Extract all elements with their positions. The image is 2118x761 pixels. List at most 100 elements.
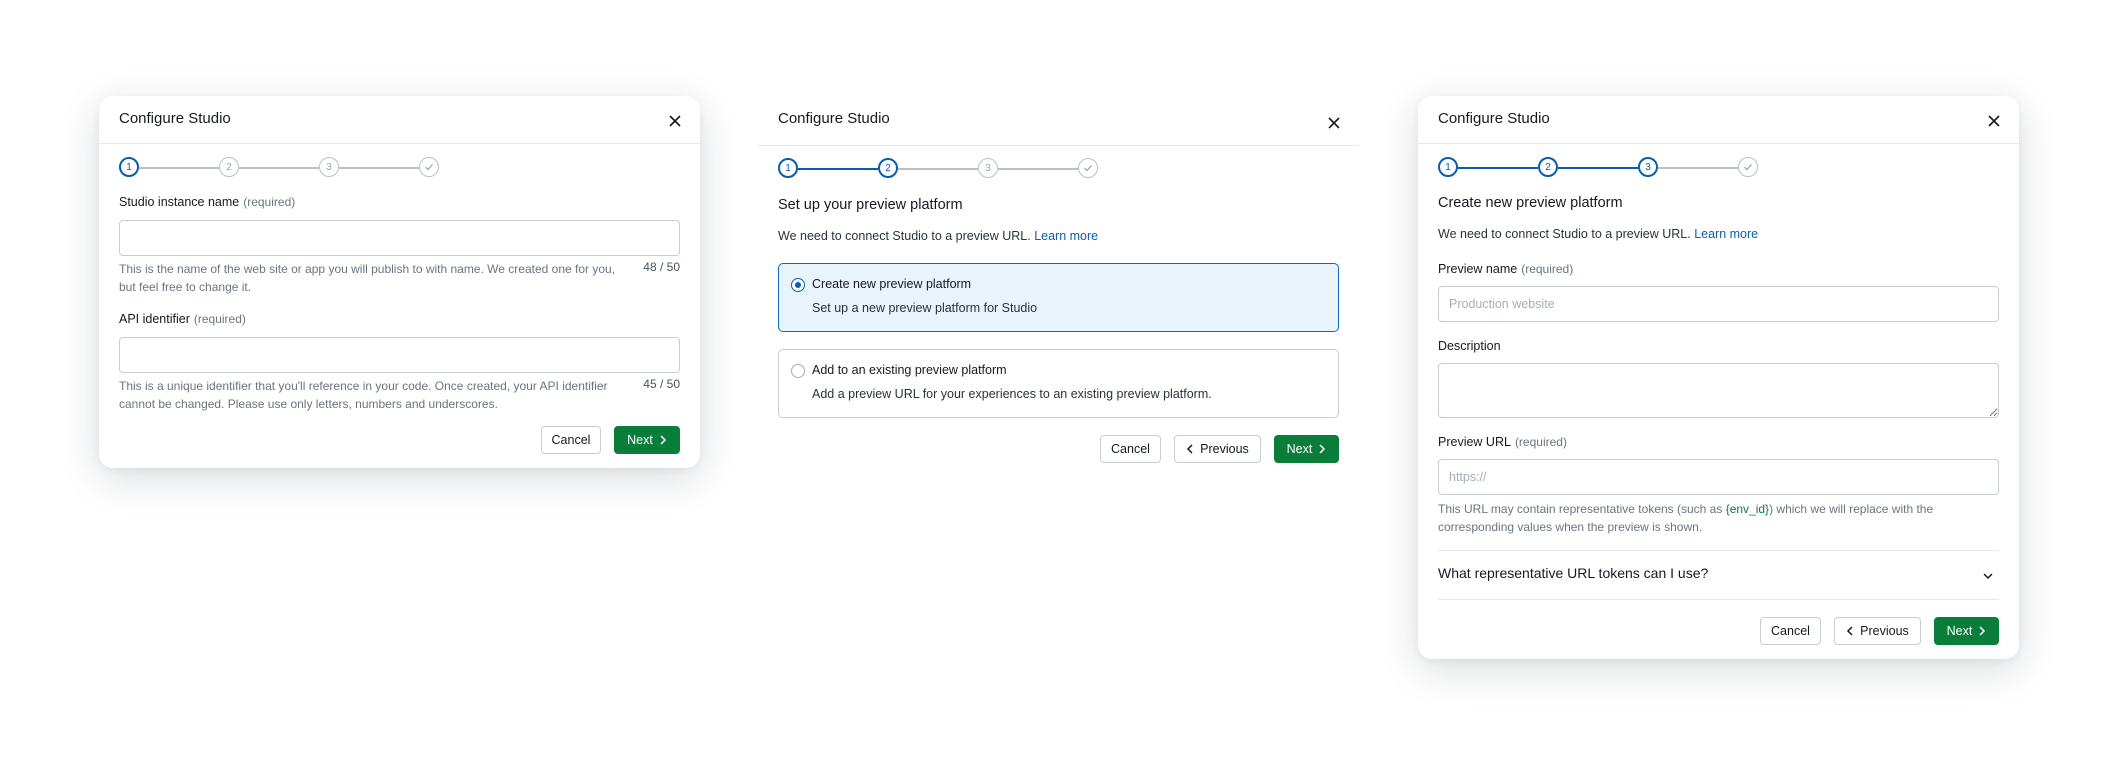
- next-button[interactable]: Next: [1274, 435, 1339, 463]
- divider: [1438, 599, 1999, 600]
- description-label: Description: [1438, 339, 1501, 353]
- url-token: {env_id}: [1725, 502, 1770, 516]
- close-icon: [669, 115, 681, 127]
- chevron-right-icon: [660, 435, 666, 445]
- previous-button[interactable]: Previous: [1834, 617, 1921, 645]
- step-1: 1: [1438, 157, 1458, 177]
- stepper: 1 2 3: [119, 157, 439, 179]
- step-2: 2: [219, 157, 239, 177]
- cancel-label: Cancel: [1111, 442, 1150, 456]
- intro-text: We need to connect Studio to a preview U…: [778, 229, 1098, 243]
- required-hint: (required): [1521, 262, 1574, 276]
- preview-url-label: Preview URL (required): [1438, 435, 1567, 449]
- close-button[interactable]: [1983, 110, 2005, 132]
- step-1: 1: [119, 157, 139, 177]
- chevron-left-icon: [1187, 444, 1193, 454]
- intro-sentence: We need to connect Studio to a preview U…: [778, 229, 1031, 243]
- cancel-button[interactable]: Cancel: [1760, 617, 1821, 645]
- step-3: 3: [319, 157, 339, 177]
- stepper-connector: [998, 168, 1078, 170]
- close-button[interactable]: [1323, 112, 1345, 134]
- cancel-button[interactable]: Cancel: [541, 426, 601, 454]
- description-textarea[interactable]: [1438, 363, 1999, 418]
- learn-more-link[interactable]: Learn more: [1034, 229, 1098, 243]
- api-identifier-help: This is a unique identifier that you'll …: [119, 379, 608, 411]
- intro-text: We need to connect Studio to a preview U…: [1438, 227, 1758, 241]
- close-icon: [1328, 117, 1340, 129]
- chevron-right-icon: [1319, 444, 1326, 454]
- step-1: 1: [778, 158, 798, 178]
- configure-studio-dialog-step-3: Configure Studio 1 2 3 Create new previe…: [1418, 96, 2019, 659]
- option-create-new-preview-platform[interactable]: Create new preview platform Set up a new…: [778, 263, 1339, 332]
- stepper: 1 2 3: [1438, 157, 1758, 179]
- dialog-title: Configure Studio: [119, 110, 231, 127]
- chevron-left-icon: [1847, 626, 1853, 636]
- required-hint: (required): [193, 312, 246, 326]
- stepper-connector: [339, 167, 419, 169]
- chevron-right-icon: [1979, 626, 1986, 636]
- previous-button[interactable]: Previous: [1174, 435, 1261, 463]
- dialog-title: Configure Studio: [778, 110, 890, 127]
- field-label-text: Studio instance name: [119, 195, 240, 209]
- stepper-connector: [898, 168, 978, 170]
- preview-url-help: This URL may contain representative toke…: [1438, 500, 1999, 536]
- step-complete: [1078, 158, 1098, 178]
- configure-studio-dialog-step-2: Configure Studio 1 2 3 Set up your previ…: [758, 96, 1359, 474]
- help-text: This URL may contain representative toke…: [1438, 502, 1726, 516]
- dialog-header: Configure Studio: [99, 96, 700, 144]
- option-title: Add to an existing preview platform: [812, 363, 1007, 377]
- learn-more-link[interactable]: Learn more: [1694, 227, 1758, 241]
- studio-instance-name-label: Studio instance name (required): [119, 195, 295, 209]
- next-label: Next: [1286, 442, 1313, 456]
- stepper-connector: [1658, 167, 1738, 169]
- step-complete: [1738, 157, 1758, 177]
- character-counter: 48 / 50: [643, 260, 680, 274]
- dialog-header: Configure Studio: [758, 96, 1359, 146]
- studio-instance-name-help: This is the name of the web site or app …: [119, 262, 616, 294]
- option-title: Create new preview platform: [812, 277, 972, 291]
- step-complete: [419, 157, 439, 177]
- field-label-text: Preview URL: [1438, 435, 1511, 449]
- required-hint: (required): [1514, 435, 1567, 449]
- check-icon: [1744, 164, 1752, 171]
- divider: [1438, 550, 1999, 551]
- chevron-down-icon[interactable]: [1982, 570, 1994, 582]
- radio-unselected[interactable]: [791, 364, 805, 378]
- option-add-to-existing-preview-platform[interactable]: Add to an existing preview platform Add …: [778, 349, 1339, 418]
- cancel-label: Cancel: [551, 433, 591, 447]
- option-description: Add a preview URL for your experiences t…: [812, 387, 1212, 401]
- previous-label: Previous: [1200, 442, 1249, 456]
- stepper-connector: [239, 167, 319, 169]
- stepper-connector: [1558, 167, 1638, 169]
- url-tokens-accordion-title[interactable]: What representative URL tokens can I use…: [1438, 565, 1708, 581]
- api-identifier-input[interactable]: [119, 337, 680, 373]
- studio-instance-name-input[interactable]: [119, 220, 680, 256]
- stepper: 1 2 3: [778, 158, 1098, 180]
- close-icon: [1988, 115, 2000, 127]
- character-counter: 45 / 50: [643, 377, 680, 391]
- section-heading: Create new preview platform: [1438, 195, 1623, 211]
- intro-sentence: We need to connect Studio to a preview U…: [1438, 227, 1691, 241]
- next-label: Next: [627, 433, 653, 447]
- check-icon: [425, 164, 433, 171]
- preview-url-input[interactable]: [1438, 459, 1999, 495]
- option-description: Set up a new preview platform for Studio: [812, 301, 1038, 315]
- stepper-connector: [798, 168, 878, 170]
- step-2: 2: [878, 158, 898, 178]
- check-icon: [1084, 165, 1092, 172]
- preview-name-input[interactable]: [1438, 286, 1999, 322]
- radio-selected[interactable]: [791, 278, 805, 292]
- step-2: 2: [1538, 157, 1558, 177]
- dialog-title: Configure Studio: [1438, 110, 1550, 127]
- step-3: 3: [978, 158, 998, 178]
- close-button[interactable]: [664, 110, 686, 132]
- stepper-connector: [1458, 167, 1538, 169]
- next-button[interactable]: Next: [1934, 617, 1999, 645]
- next-button[interactable]: Next: [614, 426, 680, 454]
- step-3: 3: [1638, 157, 1658, 177]
- required-hint: (required): [243, 195, 296, 209]
- section-heading: Set up your preview platform: [778, 197, 963, 213]
- cancel-button[interactable]: Cancel: [1100, 435, 1161, 463]
- cancel-label: Cancel: [1771, 624, 1810, 638]
- api-identifier-label: API identifier (required): [119, 312, 246, 326]
